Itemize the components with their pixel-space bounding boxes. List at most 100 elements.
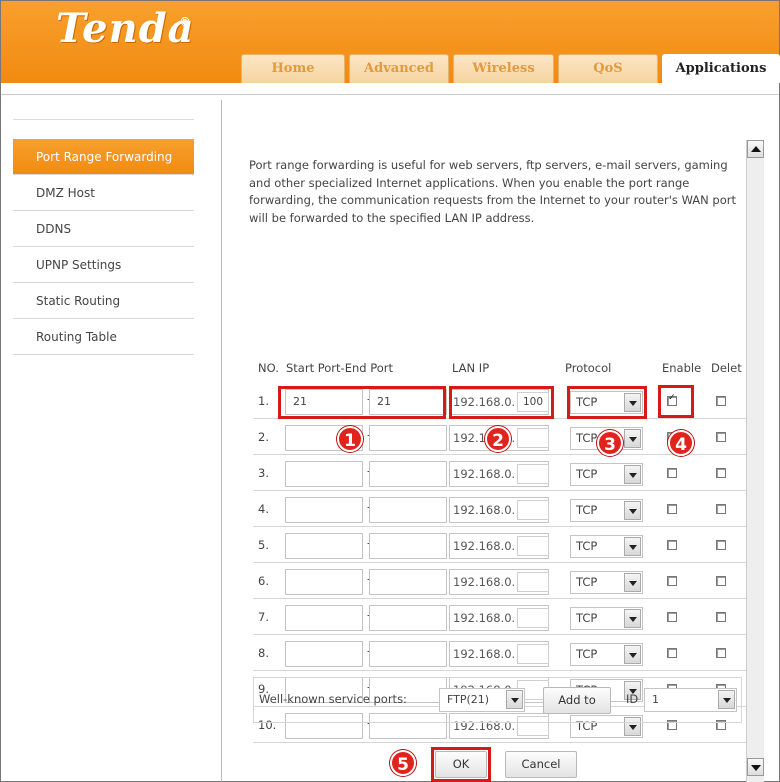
lan-ip-prefix: 192.168.0. <box>453 467 516 481</box>
protocol-select[interactable]: TCP <box>570 463 643 486</box>
lan-ip-field: 192.168.0. <box>449 605 549 631</box>
tab-wireless[interactable]: Wireless <box>453 54 554 83</box>
id-label: ID <box>626 692 639 706</box>
lan-ip-last-octet-input[interactable] <box>517 500 549 520</box>
protocol-select[interactable]: TCP <box>570 499 643 522</box>
chevron-down-icon[interactable] <box>624 537 641 556</box>
end-port-input[interactable] <box>369 605 447 631</box>
end-port-input[interactable] <box>369 497 447 523</box>
delete-checkbox[interactable] <box>716 504 726 514</box>
sidebar-item-static-routing[interactable]: Static Routing <box>13 283 194 319</box>
start-port-input[interactable] <box>285 497 363 523</box>
protocol-select[interactable]: TCP <box>570 643 643 666</box>
protocol-value: TCP <box>576 611 598 625</box>
end-port-input[interactable] <box>369 461 447 487</box>
callout-1-badge: 1 <box>337 426 363 452</box>
sidebar-item-ddns[interactable]: DDNS <box>13 211 194 247</box>
lan-ip-field: 192.168.0. <box>449 497 549 523</box>
table-row: 8.-192.168.0.TCP <box>253 635 749 671</box>
delete-checkbox[interactable] <box>716 396 726 406</box>
delete-checkbox[interactable] <box>716 612 726 622</box>
service-select[interactable]: FTP(21) <box>439 688 525 712</box>
highlight-protocol <box>567 386 647 419</box>
add-to-button[interactable]: Add to <box>543 687 611 714</box>
col-delete: Delet <box>711 361 742 375</box>
tab-home[interactable]: Home <box>241 54 345 83</box>
enable-checkbox[interactable] <box>667 612 677 622</box>
protocol-value: TCP <box>576 467 598 481</box>
enable-checkbox[interactable] <box>667 504 677 514</box>
cancel-button[interactable]: Cancel <box>505 751 577 778</box>
enable-checkbox[interactable] <box>667 576 677 586</box>
enable-checkbox[interactable] <box>667 540 677 550</box>
main-content: Port range forwarding is useful for web … <box>222 100 749 782</box>
well-known-label: Well-known service ports: <box>259 692 407 706</box>
registered-mark-icon: ® <box>179 15 191 29</box>
row-number: 5. <box>258 538 269 552</box>
lan-ip-last-octet-input[interactable] <box>517 644 549 664</box>
row-number: 4. <box>258 502 269 516</box>
chevron-down-icon[interactable] <box>624 609 641 628</box>
chevron-down-icon[interactable] <box>718 690 735 709</box>
start-port-input[interactable] <box>285 641 363 667</box>
scrollbar[interactable] <box>746 140 764 782</box>
delete-checkbox[interactable] <box>716 540 726 550</box>
lan-ip-last-octet-input[interactable] <box>517 464 549 484</box>
delete-checkbox[interactable] <box>716 576 726 586</box>
protocol-value: TCP <box>576 647 598 661</box>
delete-checkbox[interactable] <box>716 648 726 658</box>
id-select[interactable]: 1 <box>644 688 737 712</box>
start-port-input[interactable] <box>285 569 363 595</box>
chevron-down-icon[interactable] <box>624 645 641 664</box>
lan-ip-last-octet-input[interactable] <box>517 536 549 556</box>
col-enable: Enable <box>662 361 702 375</box>
table-row: 7.-192.168.0.TCP <box>253 599 749 635</box>
scroll-down-icon[interactable] <box>747 758 764 776</box>
chevron-down-icon[interactable] <box>624 573 641 592</box>
lan-ip-field: 192.168.0. <box>449 569 549 595</box>
start-port-input[interactable] <box>285 461 363 487</box>
chevron-down-icon[interactable] <box>506 690 523 709</box>
end-port-input[interactable] <box>369 641 447 667</box>
chevron-down-icon[interactable] <box>624 429 641 448</box>
lan-ip-last-octet-input[interactable] <box>517 608 549 628</box>
end-port-input[interactable] <box>369 569 447 595</box>
enable-checkbox[interactable] <box>667 468 677 478</box>
callout-5-badge: 5 <box>390 750 416 776</box>
lan-ip-last-octet-input[interactable] <box>517 572 549 592</box>
protocol-select[interactable]: TCP <box>570 535 643 558</box>
protocol-select[interactable]: TCP <box>570 571 643 594</box>
delete-checkbox[interactable] <box>716 432 726 442</box>
tab-advanced[interactable]: Advanced <box>349 54 449 83</box>
end-port-input[interactable] <box>369 425 447 451</box>
sidebar-item-dmz-host[interactable]: DMZ Host <box>13 175 194 211</box>
delete-checkbox[interactable] <box>716 468 726 478</box>
sidebar-divider <box>13 119 194 120</box>
scroll-up-icon[interactable] <box>747 140 764 158</box>
protocol-value: TCP <box>576 575 598 589</box>
tab-applications[interactable]: Applications <box>662 54 780 83</box>
lan-ip-prefix: 192.168.0. <box>453 503 516 517</box>
chevron-down-icon[interactable] <box>624 501 641 520</box>
chevron-down-icon[interactable] <box>624 465 641 484</box>
sidebar-item-routing-table[interactable]: Routing Table <box>13 319 194 355</box>
protocol-select[interactable]: TCP <box>570 607 643 630</box>
col-no: NO. <box>258 361 279 375</box>
row-number: 2. <box>258 430 269 444</box>
start-port-input[interactable] <box>285 533 363 559</box>
page-description: Port range forwarding is useful for web … <box>249 158 737 225</box>
col-ports: Start Port-End Port <box>286 361 394 375</box>
enable-checkbox[interactable] <box>667 648 677 658</box>
sidebar: Port Range Forwarding DMZ Host DDNS UPNP… <box>13 139 194 355</box>
end-port-input[interactable] <box>369 533 447 559</box>
lan-ip-last-octet-input[interactable] <box>517 428 549 448</box>
protocol-value: TCP <box>576 503 598 517</box>
protocol-value: TCP <box>576 431 598 445</box>
col-protocol: Protocol <box>565 361 612 375</box>
sidebar-item-upnp-settings[interactable]: UPNP Settings <box>13 247 194 283</box>
sidebar-item-port-range-forwarding[interactable]: Port Range Forwarding <box>13 139 194 175</box>
service-select-value: FTP(21) <box>447 693 490 706</box>
start-port-input[interactable] <box>285 605 363 631</box>
col-lan-ip: LAN IP <box>452 361 490 375</box>
tab-qos[interactable]: QoS <box>558 54 658 83</box>
